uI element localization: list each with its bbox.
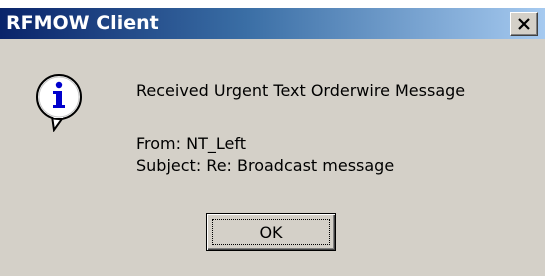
message-dialog: RFMOW Client Received Urgent Text Orderw… xyxy=(0,8,545,276)
close-button[interactable] xyxy=(510,12,538,36)
message-subject: Subject: Re: Broadcast message xyxy=(136,156,395,175)
window-title: RFMOW Client xyxy=(6,12,159,34)
close-icon xyxy=(518,18,530,30)
message-from: From: NT_Left xyxy=(136,134,246,153)
ok-button-label: OK xyxy=(259,222,283,242)
message-headline: Received Urgent Text Orderwire Message xyxy=(136,81,466,100)
ok-button[interactable]: OK xyxy=(206,213,336,251)
title-bar[interactable]: RFMOW Client xyxy=(0,8,545,39)
info-icon xyxy=(32,72,88,133)
